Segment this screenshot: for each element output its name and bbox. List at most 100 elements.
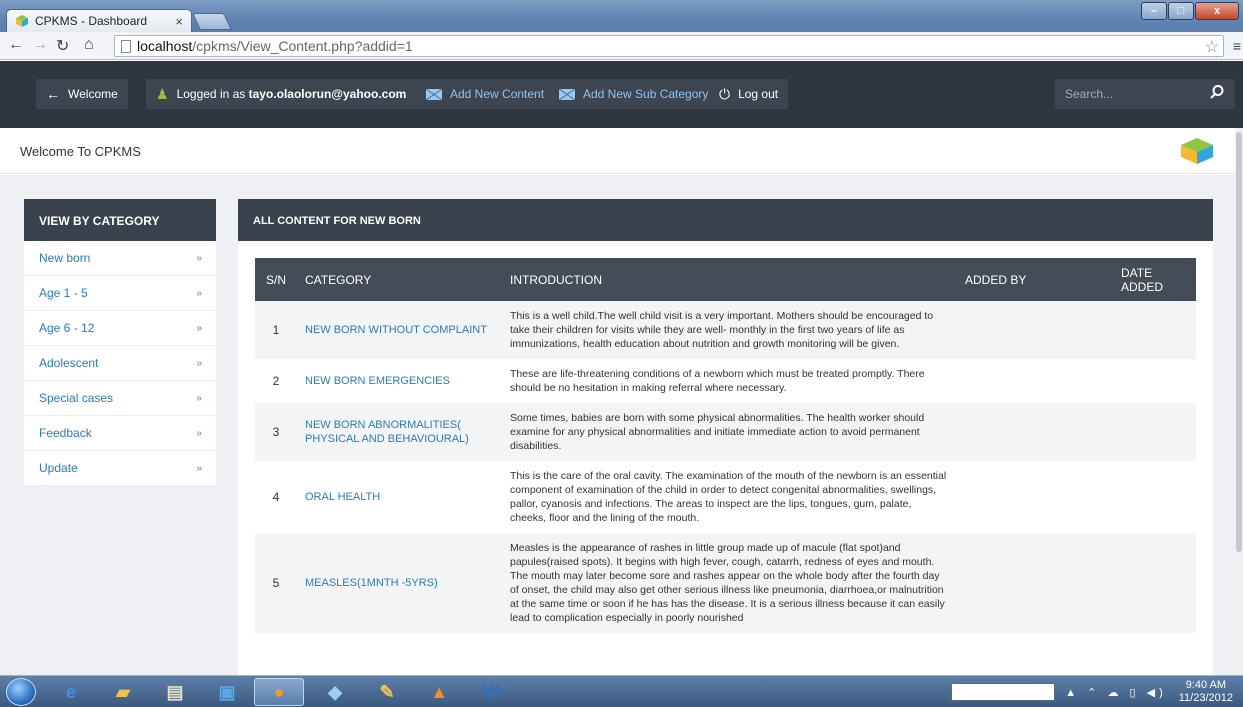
browser-tab[interactable]: CPKMS - Dashboard × (6, 9, 192, 32)
row-sn: 2 (272, 374, 280, 388)
sidebar-item-label: New born (39, 251, 91, 265)
sidebar-item-new-born[interactable]: New born » (24, 241, 216, 276)
search-icon[interactable] (1209, 84, 1225, 100)
table-row: 4 ORAL HEALTH This is the care of the or… (255, 461, 1196, 533)
row-category-link[interactable]: NEW BORN ABNORMALITIES( PHYSICAL AND BEH… (297, 403, 502, 461)
double-chevron-icon: » (196, 462, 202, 474)
row-intro: Some times, babies are born with some ph… (502, 403, 957, 461)
url-host: localhost (137, 38, 193, 54)
welcome-label: Welcome (68, 87, 118, 101)
row-intro: These are life-threatening conditions of… (510, 368, 925, 394)
table-row: 1 NEW BORN WITHOUT COMPLAINT This is a w… (255, 301, 1196, 359)
logged-in-prefix: Logged in as (176, 87, 249, 101)
column-header-sn: S/N (255, 258, 297, 301)
row-added-by (957, 461, 1113, 533)
files-icon[interactable]: ▤ (150, 678, 200, 706)
page-scrollbar[interactable] (1235, 128, 1243, 675)
add-content-label: Add New Content (450, 87, 545, 101)
row-sn: 3 (255, 403, 297, 461)
table-row: 2 NEW BORN EMERGENCIES These are life-th… (255, 359, 1196, 403)
maximize-button[interactable]: □ (1168, 2, 1194, 20)
bookmark-star-icon[interactable]: ☆ (1205, 37, 1219, 57)
add-new-content-button[interactable]: Add New Content (416, 79, 555, 109)
search-box (1055, 79, 1235, 109)
logout-button[interactable]: ⏻ Log out (709, 79, 789, 109)
sidebar-item-age-6-12[interactable]: Age 6 - 12 » (24, 311, 216, 346)
browser-menu-icon[interactable]: ≡ (1233, 38, 1241, 54)
row-sn: 5 (255, 533, 297, 633)
row-category-link[interactable]: NEW BORN WITHOUT COMPLAINT (297, 301, 502, 359)
power-icon: ⏻ (719, 85, 731, 102)
scrollbar-thumb[interactable] (1236, 132, 1242, 552)
sidebar-item-label: Adolescent (39, 356, 99, 370)
sidebar-item-feedback[interactable]: Feedback » (24, 416, 216, 451)
url-path: /cpkms/View_Content.php?addid=1 (192, 38, 413, 54)
page-title: Welcome To CPKMS (20, 144, 141, 159)
ie-icon[interactable]: e (46, 678, 96, 706)
envelope-icon (559, 88, 575, 100)
column-header-introduction: INTRODUCTION (502, 258, 957, 301)
double-chevron-icon: » (196, 427, 202, 439)
new-tab-button[interactable] (192, 13, 232, 30)
row-date-added (1113, 359, 1196, 403)
column-header-added-by: ADDED BY (957, 258, 1113, 301)
tray-toolbar-input[interactable] (951, 683, 1056, 701)
minimize-button[interactable]: – (1141, 2, 1167, 20)
row-date-added (1113, 461, 1196, 533)
sidebar-item-update[interactable]: Update » (24, 451, 216, 486)
forward-arrow-icon[interactable]: → (32, 36, 48, 54)
add-new-subcategory-button[interactable]: Add New Sub Category (549, 79, 719, 109)
logged-in-info: ♟ Logged in as tayo.olaolorun@yahoo.com (146, 79, 417, 109)
home-icon[interactable]: ⌂ (84, 36, 94, 54)
row-category-link[interactable]: ORAL HEALTH (297, 461, 502, 533)
paint-icon[interactable]: ✎ (362, 678, 412, 706)
page-icon (121, 39, 131, 53)
clock-date: 11/23/2012 (1178, 692, 1233, 704)
row-category-link[interactable]: MEASLES(1MNTH -5YRS) (297, 533, 502, 633)
user-icon: ♟ (156, 85, 169, 102)
back-arrow-icon: ← (46, 86, 60, 102)
add-subcategory-label: Add New Sub Category (583, 87, 709, 101)
system-clock[interactable]: 9:40 AM 11/23/2012 (1179, 679, 1233, 705)
row-sn: 4 (272, 490, 280, 504)
notes-icon[interactable]: ◆ (310, 678, 360, 706)
tray-icons[interactable]: ▲ ⌃ ☁ ▯ ◀) (1065, 686, 1167, 699)
sidebar-item-special-cases[interactable]: Special cases » (24, 381, 216, 416)
logout-label: Log out (738, 87, 779, 101)
welcome-button[interactable]: ← Welcome (36, 79, 128, 109)
cpkms-favicon-icon (16, 15, 28, 27)
browser-titlebar: CPKMS - Dashboard × – □ x (0, 0, 1243, 32)
start-button[interactable] (6, 678, 36, 706)
tab-close-icon[interactable]: × (175, 14, 183, 29)
sidebar-item-adolescent[interactable]: Adolescent » (24, 346, 216, 381)
close-window-button[interactable]: x (1195, 2, 1239, 20)
row-added-by (957, 533, 1113, 633)
sidebar-item-label: Age 1 - 5 (39, 286, 88, 300)
panel-title: ALL CONTENT FOR NEW BORN (238, 199, 1213, 241)
vlc-icon[interactable]: ▲ (414, 678, 464, 706)
sidebar-title: VIEW BY CATEGORY (24, 199, 216, 241)
search-input[interactable] (1055, 87, 1195, 101)
back-arrow-icon[interactable]: ← (8, 36, 24, 54)
reload-icon[interactable]: ↻ (56, 36, 69, 56)
welcome-bar: Welcome To CPKMS (0, 128, 1243, 174)
envelope-icon (426, 88, 442, 100)
row-added-by (957, 359, 1113, 403)
row-added-by (957, 301, 1113, 359)
folder-icon[interactable]: ▰ (98, 678, 148, 706)
sidebar-item-label: Feedback (39, 426, 92, 440)
double-chevron-icon: » (196, 392, 202, 404)
word-icon[interactable]: W (466, 678, 516, 706)
sidebar-item-age-1-5[interactable]: Age 1 - 5 » (24, 276, 216, 311)
media-player-icon[interactable]: ▣ (202, 678, 252, 706)
user-email: tayo.olaolorun@yahoo.com (248, 87, 407, 101)
row-intro: Measles is the appearance of rashes in l… (502, 533, 957, 633)
sidebar-item-label: Update (39, 461, 78, 475)
row-date-added (1113, 301, 1196, 359)
content-area: VIEW BY CATEGORY New born » Age 1 - 5 » … (0, 175, 1243, 679)
row-category-link[interactable]: NEW BORN EMERGENCIES (297, 359, 502, 403)
chrome-icon[interactable]: ● (254, 678, 304, 706)
address-toolbar: ← → ↻ ⌂ localhost/cpkms/View_Content.php… (0, 32, 1243, 60)
row-date-added (1113, 533, 1196, 633)
url-field[interactable]: localhost/cpkms/View_Content.php?addid=1… (114, 35, 1224, 57)
